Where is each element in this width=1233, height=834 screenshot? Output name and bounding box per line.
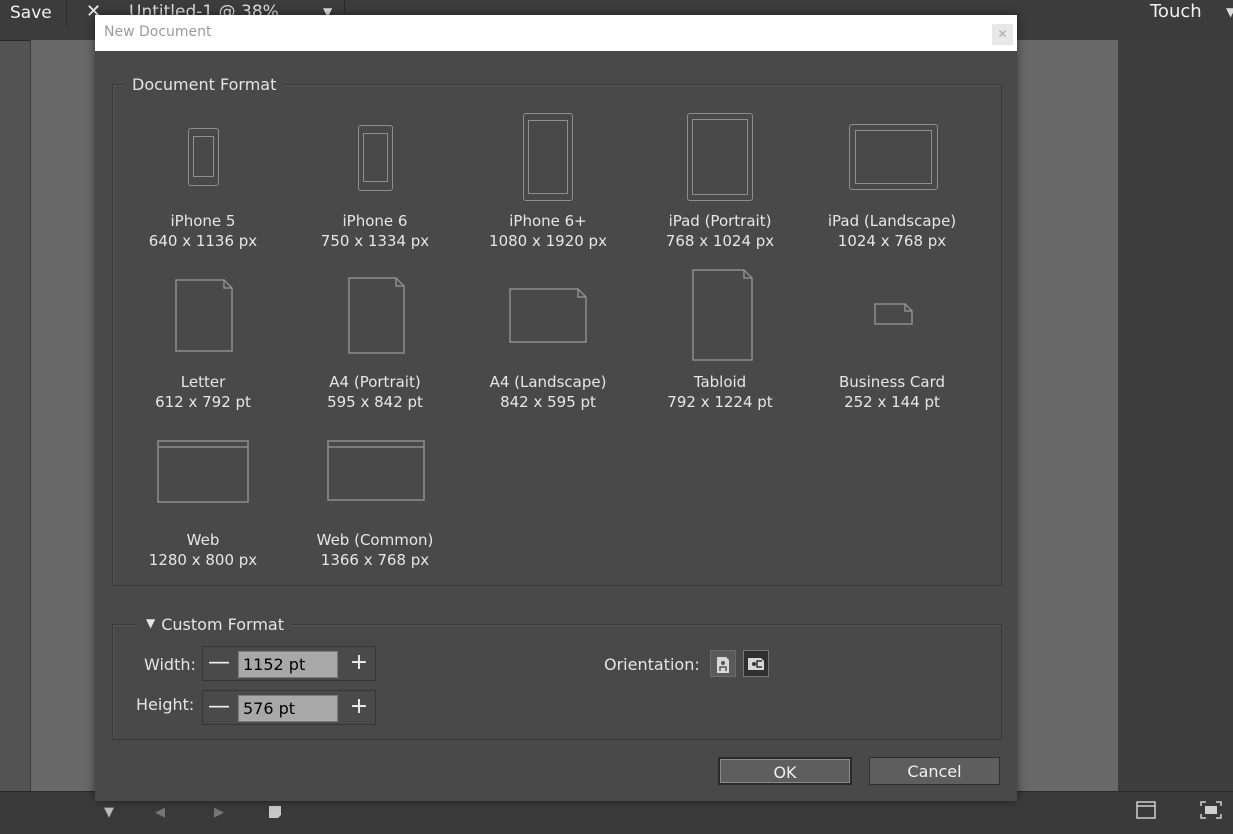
device-portrait-icon <box>289 111 461 211</box>
width-decrease-button[interactable]: — <box>203 647 235 680</box>
divider <box>344 0 345 14</box>
preset-iphone-6-plus[interactable]: iPhone 6+ 1080 x 1920 px <box>462 111 634 251</box>
preset-a4-portrait[interactable]: A4 (Portrait) 595 x 842 pt <box>289 268 461 412</box>
preset-size: 768 x 1024 px <box>665 232 775 250</box>
preset-tabloid[interactable]: Tabloid 792 x 1224 pt <box>634 268 806 412</box>
new-document-dialog: New Document ✕ Document Format iPhone 5 … <box>95 15 1017 801</box>
preset-name: iPad (Portrait) <box>668 212 772 230</box>
width-stepper: — + <box>202 646 376 681</box>
preset-name: Web (Common) <box>316 531 434 549</box>
save-button[interactable]: Save <box>0 0 67 27</box>
preset-size: 252 x 144 pt <box>844 393 940 411</box>
device-portrait-icon <box>117 111 289 211</box>
preset-business-card[interactable]: Business Card 252 x 144 pt <box>806 268 978 412</box>
preset-name: iPhone 5 <box>170 212 236 230</box>
preset-size: 1366 x 768 px <box>320 551 430 569</box>
preset-web-common[interactable]: Web (Common) 1366 x 768 px <box>289 426 461 570</box>
preset-name: A4 (Portrait) <box>329 373 421 391</box>
height-stepper: — + <box>202 690 376 725</box>
portrait-icon <box>717 657 729 673</box>
page-icon <box>692 269 753 361</box>
workspace-switcher[interactable]: Touch <box>1150 0 1202 24</box>
preset-name: iPad (Landscape) <box>827 212 957 230</box>
orientation-label: Orientation: <box>604 655 700 674</box>
portrait-orientation-button[interactable] <box>710 650 736 677</box>
new-artboard-icon[interactable] <box>268 805 282 823</box>
preset-name: Web <box>186 531 220 549</box>
page-icon <box>348 277 405 354</box>
preset-name: iPhone 6+ <box>509 212 587 230</box>
custom-format-legend[interactable]: ▼ Custom Format <box>138 615 292 634</box>
height-field[interactable] <box>238 695 338 722</box>
preset-size: 640 x 1136 px <box>148 232 258 250</box>
cancel-button[interactable]: Cancel <box>869 757 1000 785</box>
height-increase-button[interactable]: + <box>343 691 375 724</box>
page-icon <box>175 279 233 352</box>
height-label: Height: <box>136 695 195 714</box>
preset-name: Tabloid <box>693 373 747 391</box>
right-panel <box>1118 40 1233 792</box>
preset-ipad-landscape[interactable]: iPad (Landscape) 1024 x 768 px <box>806 111 978 251</box>
ok-button[interactable]: OK <box>718 757 852 785</box>
save-label: Save <box>10 3 52 23</box>
preset-size: 1080 x 1920 px <box>489 232 607 250</box>
width-increase-button[interactable]: + <box>343 647 375 680</box>
dialog-title: New Document <box>104 24 212 40</box>
dialog-titlebar: New Document ✕ <box>95 15 1017 51</box>
collapse-triangle-icon[interactable]: ▼ <box>146 616 155 630</box>
next-artboard-icon[interactable]: ▶ <box>214 805 224 820</box>
preset-size: 1024 x 768 px <box>837 232 947 250</box>
tablet-landscape-icon <box>806 111 978 211</box>
browser-window-icon <box>327 440 425 501</box>
preset-name: A4 (Landscape) <box>489 373 607 391</box>
preset-size: 842 x 595 pt <box>500 393 596 411</box>
preset-size: 792 x 1224 pt <box>667 393 773 411</box>
menu-triangle-icon[interactable]: ▼ <box>104 805 114 820</box>
tablet-portrait-icon <box>634 111 806 211</box>
landscape-orientation-button[interactable] <box>743 650 769 677</box>
preset-iphone-5[interactable]: iPhone 5 640 x 1136 px <box>117 111 289 251</box>
previous-artboard-icon[interactable]: ◀ <box>155 805 165 820</box>
preset-size: 595 x 842 pt <box>327 393 423 411</box>
card-icon <box>874 303 913 325</box>
preset-ipad-portrait[interactable]: iPad (Portrait) 768 x 1024 px <box>634 111 806 251</box>
custom-format-label: Custom Format <box>161 615 284 634</box>
preset-size: 1280 x 800 px <box>148 551 258 569</box>
preset-letter[interactable]: Letter 612 x 792 pt <box>117 268 289 412</box>
preset-size: 750 x 1334 px <box>320 232 430 250</box>
document-format-legend: Document Format <box>124 75 285 94</box>
width-label: Width: <box>144 655 196 674</box>
screen-mode-icon[interactable] <box>1136 801 1156 823</box>
fit-screen-icon[interactable] <box>1200 801 1222 823</box>
preset-name: Letter <box>180 373 226 391</box>
preset-name: iPhone 6 <box>342 212 408 230</box>
preset-iphone-6[interactable]: iPhone 6 750 x 1334 px <box>289 111 461 251</box>
preset-name: Business Card <box>838 373 945 391</box>
page-landscape-icon <box>509 288 587 343</box>
width-field[interactable] <box>238 651 338 678</box>
preset-a4-landscape[interactable]: A4 (Landscape) 842 x 595 pt <box>462 268 634 412</box>
browser-window-icon <box>157 440 249 503</box>
close-icon[interactable]: ✕ <box>992 24 1013 45</box>
preset-size: 612 x 792 pt <box>155 393 251 411</box>
landscape-icon <box>748 658 764 670</box>
preset-web[interactable]: Web 1280 x 800 px <box>117 426 289 570</box>
height-decrease-button[interactable]: — <box>203 691 235 724</box>
workspace-dropdown-icon[interactable]: ▼ <box>1226 5 1233 19</box>
device-portrait-icon <box>462 111 634 211</box>
